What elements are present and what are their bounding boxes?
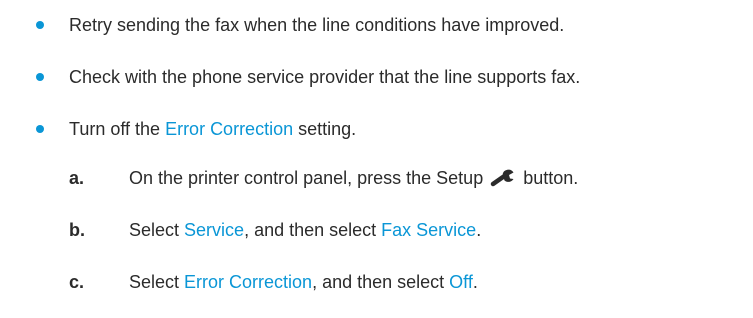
bullet-dot <box>36 21 44 29</box>
wrench-icon <box>490 169 516 192</box>
step-letter: b. <box>69 220 85 240</box>
fax-service-link[interactable]: Fax Service <box>381 220 476 240</box>
step-text: On the printer control panel, press the … <box>129 168 578 192</box>
step-text-mid: , and then select <box>312 272 450 292</box>
off-link[interactable]: Off <box>449 272 473 292</box>
step-text: Select Service, and then select Fax Serv… <box>129 220 481 241</box>
step-text-post: . <box>472 272 478 292</box>
step-text-pre: Select <box>129 272 185 292</box>
step-text-pre: Select <box>129 220 185 240</box>
bullet-text-pre: Turn off the <box>69 118 166 139</box>
bullet-text: Retry sending the fax when the line cond… <box>69 14 565 35</box>
service-link[interactable]: Service <box>184 220 244 240</box>
bullet-dot <box>36 125 44 133</box>
error-correction-link[interactable]: Error Correction <box>184 272 312 292</box>
bullet-text-post: setting. <box>293 118 357 139</box>
step-text-post: . <box>476 220 482 240</box>
step-text-post: button. <box>523 168 579 188</box>
fax-troubleshooting-page: Retry sending the fax when the line cond… <box>0 0 753 318</box>
step-letter: c. <box>69 272 85 292</box>
error-correction-link[interactable]: Error Correction <box>165 119 293 139</box>
bullet-text: Turn off the Error Correction setting. <box>69 119 356 140</box>
step-text-mid: , and then select <box>244 220 382 240</box>
step-text: Select Error Correction, and then select… <box>129 272 478 293</box>
step-letter: a. <box>69 168 85 188</box>
step-text-pre: On the printer control panel, press the … <box>129 168 484 188</box>
bullet-text: Check with the phone service provider th… <box>69 66 581 87</box>
bullet-dot <box>36 73 44 81</box>
